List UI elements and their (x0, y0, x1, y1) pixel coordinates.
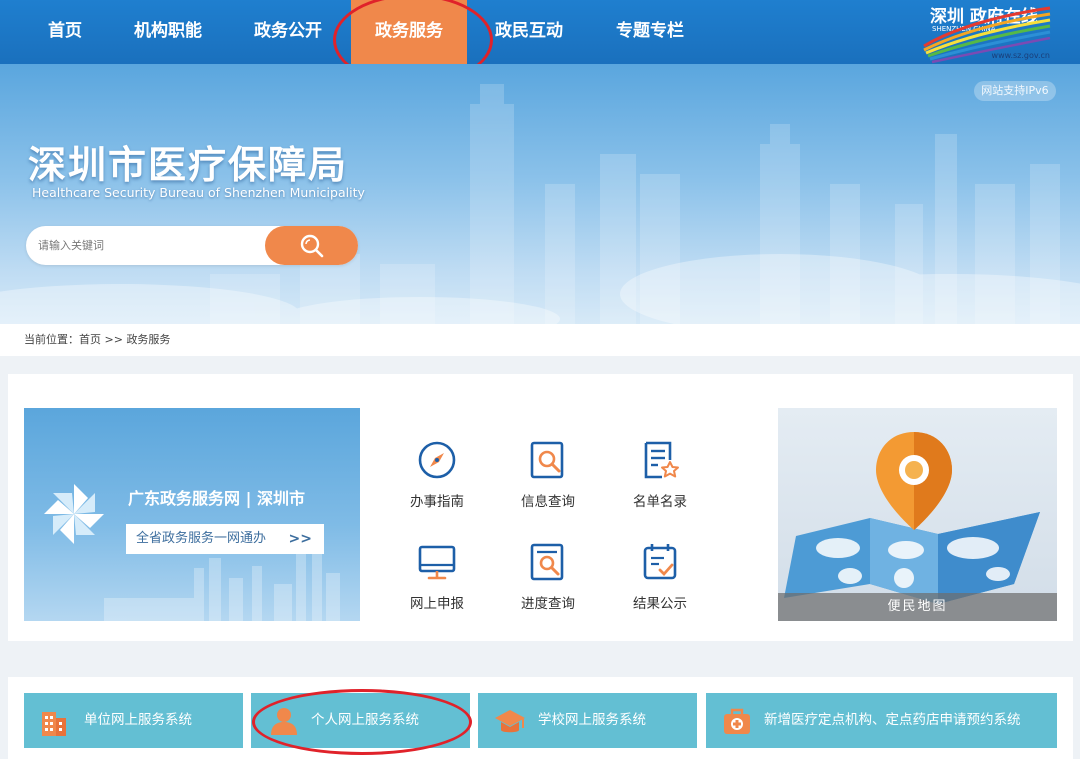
service-label: 结果公示 (633, 596, 687, 612)
search-input[interactable] (26, 226, 266, 265)
breadcrumb: 当前位置：首页 >> 政务服务 (0, 324, 1080, 356)
top-nav: 首页 机构职能 政务公开 政务服务 政民互动 专题专栏 深圳 政府在线 SHEN… (0, 0, 1080, 64)
breadcrumb-home-link[interactable]: 首页 (79, 333, 101, 346)
school-online-service-button[interactable]: 学校网上服务系统 (478, 693, 697, 748)
building-icon (42, 712, 66, 736)
bureau-title: 深圳市医疗保障局 (28, 143, 349, 187)
nav-item-disclosure[interactable]: 政务公开 (238, 0, 338, 64)
nav-item-special-topics[interactable]: 专题专栏 (600, 0, 700, 64)
search-document-icon (530, 441, 564, 479)
service-guide[interactable]: 办事指南 (392, 440, 482, 510)
breadcrumb-prefix: 当前位置： (24, 333, 79, 346)
service-label: 办事指南 (410, 494, 464, 510)
nav-item-organization[interactable]: 机构职能 (118, 0, 218, 64)
service-label: 名单名录 (633, 494, 687, 510)
progress-search-icon (530, 543, 564, 581)
search-button[interactable] (265, 226, 358, 265)
service-info-query[interactable]: 信息查询 (503, 440, 593, 510)
graduation-cap-icon (495, 710, 525, 733)
list-star-icon (644, 441, 679, 479)
bureau-subtitle: Healthcare Security Bureau of Shenzhen M… (32, 185, 365, 200)
calendar-check-icon (643, 544, 677, 580)
medical-kit-icon (724, 708, 750, 734)
convenience-map-card[interactable]: 便民地图 (778, 408, 1057, 621)
service-panel: 广东政务服务网 | 深圳市 全省政务服务一网通办 >> 办事指南 信息查询 名单… (8, 374, 1073, 641)
logo-url: www.sz.gov.cn (991, 51, 1050, 60)
system-label: 单位网上服务系统 (84, 712, 192, 728)
map-illustration (784, 432, 1040, 604)
new-medical-institution-appointment-button[interactable]: 新增医疗定点机构、定点药店申请预约系统 (706, 693, 1057, 748)
promo-button-label: 全省政务服务一网通办 (136, 531, 267, 546)
service-result-publicity[interactable]: 结果公示 (615, 542, 705, 612)
shenzhen-gov-logo[interactable]: 深圳 政府在线 SHENZHEN CHINA www.sz.gov.cn (918, 0, 1056, 64)
monitor-icon (418, 545, 456, 580)
page: 首页 机构职能 政务公开 政务服务 政民互动 专题专栏 深圳 政府在线 SHEN… (0, 0, 1080, 759)
breadcrumb-separator: >> (104, 333, 123, 346)
ipv6-badge: 网站支持IPv6 (974, 81, 1056, 101)
nav-item-interaction[interactable]: 政民互动 (479, 0, 579, 64)
promo-title: 广东政务服务网 | 深圳市 (128, 489, 305, 508)
service-label: 进度查询 (521, 596, 575, 612)
promo-one-network-button[interactable]: 全省政务服务一网通办 >> (126, 524, 324, 554)
annotation-circle-personal-system (252, 689, 472, 755)
convenience-map-label: 便民地图 (778, 593, 1057, 621)
service-directory[interactable]: 名单名录 (615, 440, 705, 510)
system-label: 新增医疗定点机构、定点药店申请预约系统 (764, 712, 1021, 728)
service-label: 信息查询 (521, 494, 575, 510)
unit-online-service-button[interactable]: 单位网上服务系统 (24, 693, 243, 748)
guangdong-service-promo[interactable]: 广东政务服务网 | 深圳市 全省政务服务一网通办 >> (24, 408, 360, 621)
service-label: 网上申报 (410, 596, 464, 612)
promo-background (44, 484, 340, 621)
search-bar (26, 226, 358, 265)
map-pin-icon (876, 432, 952, 530)
search-icon (300, 234, 324, 258)
system-label: 学校网上服务系统 (538, 712, 646, 728)
breadcrumb-current: 政务服务 (126, 333, 171, 346)
service-online-declaration[interactable]: 网上申报 (392, 542, 482, 612)
compass-icon (418, 441, 456, 479)
hero-banner: 网站支持IPv6 深圳市医疗保障局 Healthcare Security Bu… (0, 64, 1080, 324)
service-progress-query[interactable]: 进度查询 (503, 542, 593, 612)
pinwheel-logo-icon (44, 484, 104, 544)
nav-item-home[interactable]: 首页 (25, 0, 105, 64)
online-systems-row: 单位网上服务系统 个人网上服务系统 学校网上服务系统 新增医疗定点机构、定点药店… (8, 677, 1073, 759)
double-chevron-right-icon: >> (288, 531, 312, 547)
